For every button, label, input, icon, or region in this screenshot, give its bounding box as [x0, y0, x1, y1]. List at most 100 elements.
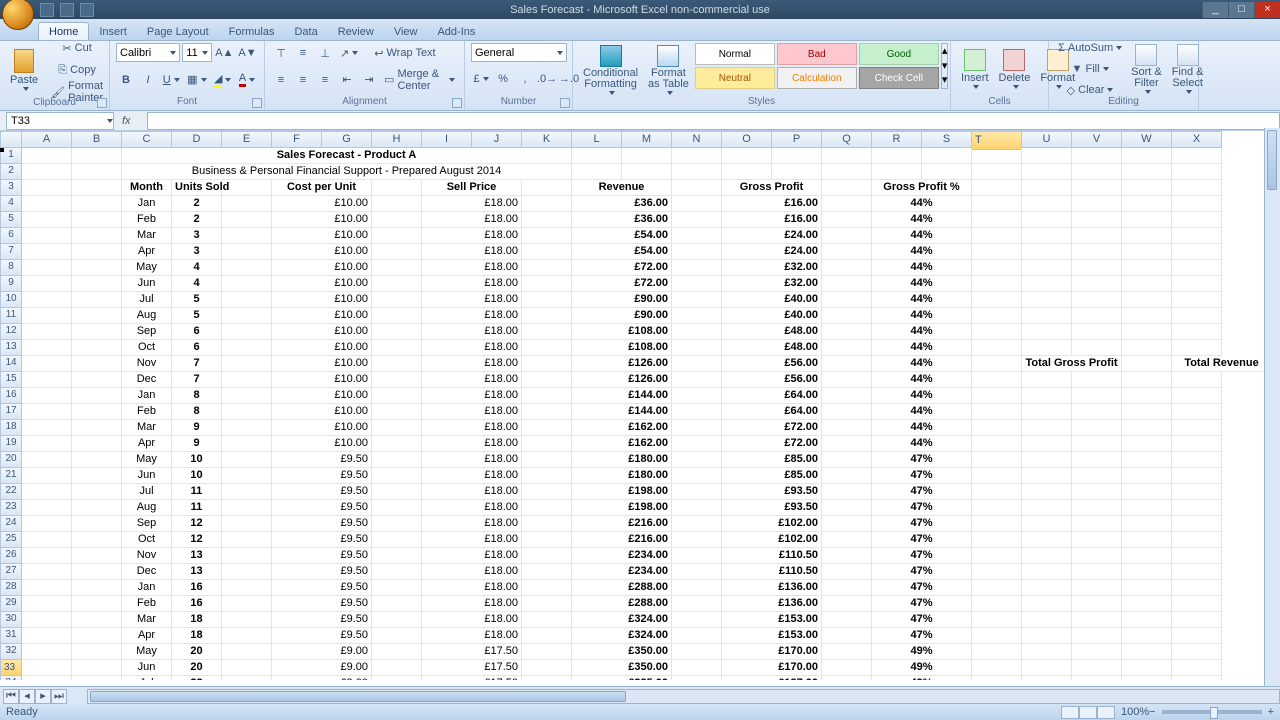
- row-header-5[interactable]: 5: [0, 212, 22, 228]
- formula-bar[interactable]: [147, 112, 1280, 130]
- row-header-9[interactable]: 9: [0, 276, 22, 292]
- row-header-29[interactable]: 29: [0, 596, 22, 612]
- row-header-10[interactable]: 10: [0, 292, 22, 308]
- row-header-8[interactable]: 8: [0, 260, 22, 276]
- underline-button[interactable]: U: [160, 70, 182, 90]
- gallery-more-icon[interactable]: ▾: [942, 73, 948, 88]
- percent-button[interactable]: %: [493, 69, 513, 89]
- row-header-15[interactable]: 15: [0, 372, 22, 388]
- style-normal[interactable]: Normal: [695, 43, 775, 65]
- font-dialog-launcher[interactable]: [252, 98, 262, 108]
- font-color-button[interactable]: A: [236, 70, 258, 90]
- delete-cells-button[interactable]: Delete: [995, 47, 1035, 91]
- number-dialog-launcher[interactable]: [560, 98, 570, 108]
- vertical-scrollbar[interactable]: [1264, 128, 1280, 686]
- style-good[interactable]: Good: [859, 43, 939, 65]
- row-header-12[interactable]: 12: [0, 324, 22, 340]
- row-header-31[interactable]: 31: [0, 628, 22, 644]
- row-header-30[interactable]: 30: [0, 612, 22, 628]
- qat-redo-icon[interactable]: [80, 3, 94, 17]
- row-header-24[interactable]: 24: [0, 516, 22, 532]
- col-header-B[interactable]: B: [72, 131, 122, 148]
- insert-cells-button[interactable]: Insert: [957, 47, 993, 91]
- col-header-K[interactable]: K: [522, 131, 572, 148]
- decrease-indent-button[interactable]: ⇤: [337, 70, 357, 90]
- zoom-out-button[interactable]: −: [1149, 706, 1155, 718]
- col-header-D[interactable]: D: [172, 131, 222, 148]
- row-header-22[interactable]: 22: [0, 484, 22, 500]
- hscroll-thumb[interactable]: [90, 691, 626, 702]
- number-format-select[interactable]: General: [471, 43, 567, 62]
- wrap-text-button[interactable]: ↩ Wrap Text: [371, 43, 449, 63]
- accounting-format-button[interactable]: £: [471, 69, 491, 89]
- zoom-in-button[interactable]: +: [1268, 706, 1274, 718]
- col-header-O[interactable]: O: [722, 131, 772, 148]
- vscroll-thumb[interactable]: [1267, 130, 1277, 190]
- row-header-20[interactable]: 20: [0, 452, 22, 468]
- font-name-select[interactable]: Calibri: [116, 43, 180, 62]
- style-neutral[interactable]: Neutral: [695, 67, 775, 89]
- cut-button[interactable]: ✂ Cut: [48, 38, 106, 58]
- col-header-A[interactable]: A: [22, 131, 72, 148]
- row-header-25[interactable]: 25: [0, 532, 22, 548]
- align-top-button[interactable]: ⊤: [271, 43, 291, 63]
- tab-nav-last-icon[interactable]: ⏭: [51, 689, 67, 704]
- col-header-P[interactable]: P: [772, 131, 822, 148]
- row-header-16[interactable]: 16: [0, 388, 22, 404]
- bold-button[interactable]: B: [116, 70, 136, 90]
- row-header-18[interactable]: 18: [0, 420, 22, 436]
- col-header-F[interactable]: F: [272, 131, 322, 148]
- sort-filter-button[interactable]: Sort & Filter: [1127, 42, 1166, 96]
- row-header-34[interactable]: 34: [0, 676, 22, 680]
- align-center-button[interactable]: ≡: [293, 70, 313, 90]
- col-header-J[interactable]: J: [472, 131, 522, 148]
- col-header-M[interactable]: M: [622, 131, 672, 148]
- col-header-I[interactable]: I: [422, 131, 472, 148]
- col-header-R[interactable]: R: [872, 131, 922, 148]
- col-header-H[interactable]: H: [372, 131, 422, 148]
- tab-review[interactable]: Review: [328, 23, 384, 40]
- row-header-19[interactable]: 19: [0, 436, 22, 452]
- page-break-view-button[interactable]: [1097, 706, 1115, 719]
- font-size-select[interactable]: 11: [182, 43, 212, 62]
- tab-formulas[interactable]: Formulas: [219, 23, 285, 40]
- tab-nav-next-icon[interactable]: ▸: [35, 689, 51, 704]
- col-header-U[interactable]: U: [1022, 131, 1072, 148]
- find-select-button[interactable]: Find & Select: [1168, 42, 1208, 96]
- col-header-C[interactable]: C: [122, 131, 172, 148]
- clipboard-dialog-launcher[interactable]: [97, 98, 107, 108]
- increase-indent-button[interactable]: ⇥: [359, 70, 379, 90]
- tab-page-layout[interactable]: Page Layout: [137, 23, 219, 40]
- style-bad[interactable]: Bad: [777, 43, 857, 65]
- col-header-E[interactable]: E: [222, 131, 272, 148]
- italic-button[interactable]: I: [138, 70, 158, 90]
- border-button[interactable]: ▦: [184, 70, 209, 90]
- autosum-button[interactable]: Σ AutoSum: [1055, 38, 1125, 58]
- align-middle-button[interactable]: ≡: [293, 43, 313, 63]
- name-box[interactable]: T33: [6, 112, 114, 130]
- row-header-13[interactable]: 13: [0, 340, 22, 356]
- row-header-26[interactable]: 26: [0, 548, 22, 564]
- gallery-down-icon[interactable]: ▾: [942, 59, 948, 74]
- zoom-level[interactable]: 100%: [1121, 706, 1149, 718]
- col-header-S[interactable]: S: [922, 131, 972, 148]
- copy-button[interactable]: ⎘ Copy: [48, 60, 106, 80]
- row-header-28[interactable]: 28: [0, 580, 22, 596]
- close-button[interactable]: ×: [1254, 2, 1280, 18]
- merge-center-button[interactable]: ▭ Merge & Center: [381, 70, 458, 90]
- fill-color-button[interactable]: ◢: [211, 70, 234, 90]
- row-header-27[interactable]: 27: [0, 564, 22, 580]
- tab-nav-prev-icon[interactable]: ◂: [19, 689, 35, 704]
- page-layout-view-button[interactable]: [1079, 706, 1097, 719]
- row-header-7[interactable]: 7: [0, 244, 22, 260]
- row-header-1[interactable]: 1: [0, 148, 22, 164]
- tab-view[interactable]: View: [384, 23, 428, 40]
- align-left-button[interactable]: ≡: [271, 70, 291, 90]
- orientation-button[interactable]: ↗: [337, 43, 361, 63]
- col-header-V[interactable]: V: [1072, 131, 1122, 148]
- format-as-table-button[interactable]: Format as Table: [644, 43, 693, 97]
- fill-button[interactable]: ▼ Fill: [1055, 59, 1125, 79]
- cell-styles-gallery[interactable]: NormalBadGoodNeutralCalculationCheck Cel…: [695, 43, 939, 89]
- col-header-W[interactable]: W: [1122, 131, 1172, 148]
- row-header-21[interactable]: 21: [0, 468, 22, 484]
